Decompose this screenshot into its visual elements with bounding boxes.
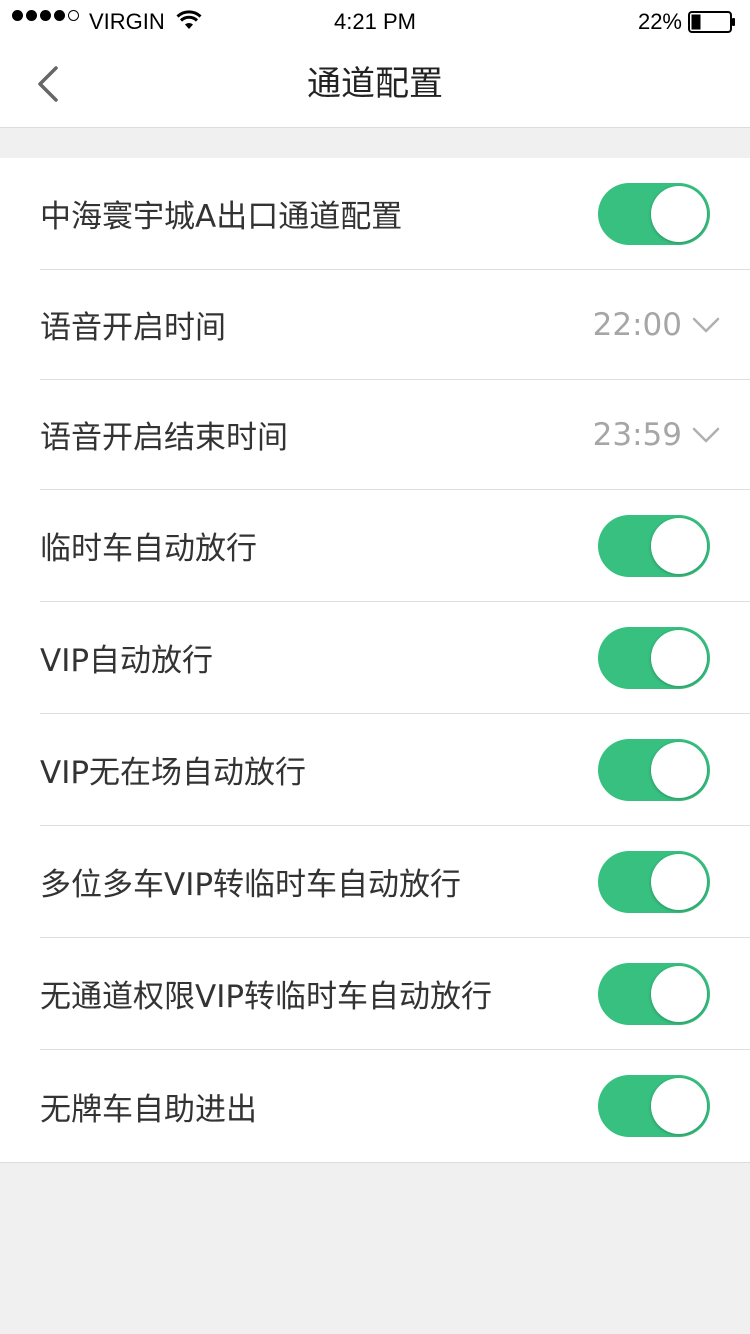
setting-label: VIP无在场自动放行	[40, 755, 307, 791]
setting-row-vip-not-present-auto-release: VIP无在场自动放行	[40, 714, 750, 826]
setting-label: 语音开启时间	[40, 310, 226, 346]
unplated-self-service-toggle[interactable]	[598, 1075, 710, 1137]
voice-end-time-picker[interactable]: 23:59	[593, 417, 720, 453]
multi-spot-vip-to-temp-toggle[interactable]	[598, 850, 710, 913]
vip-auto-release-toggle[interactable]	[598, 626, 710, 689]
setting-row-voice-end-time[interactable]: 语音开启结束时间 23:59	[40, 380, 750, 490]
vip-not-present-auto-release-toggle[interactable]	[598, 738, 710, 801]
setting-row-no-permission-vip-to-temp: 无通道权限VIP转临时车自动放行	[40, 938, 750, 1050]
chevron-down-icon	[692, 317, 720, 332]
time-value: 22:00	[592, 306, 682, 343]
setting-label: 无牌车自助进出	[40, 1091, 257, 1128]
setting-row-vip-auto-release: VIP自动放行	[40, 602, 750, 714]
battery-icon	[688, 11, 735, 33]
setting-row-temp-car-auto-release: 临时车自动放行	[40, 490, 750, 602]
setting-label: 临时车自动放行	[40, 531, 257, 567]
setting-label: 语音开启结束时间	[40, 420, 288, 456]
no-permission-vip-to-temp-toggle[interactable]	[598, 962, 710, 1025]
temp-car-auto-release-toggle[interactable]	[598, 514, 710, 577]
setting-label: 中海寰宇城A出口通道配置	[40, 199, 403, 235]
setting-row-channel-config: 中海寰宇城A出口通道配置	[40, 158, 750, 270]
page-title: 通道配置	[307, 64, 443, 104]
settings-list: 中海寰宇城A出口通道配置 语音开启时间 22:00 语音开启结束时间 23:59…	[0, 158, 750, 1163]
setting-label: VIP自动放行	[40, 643, 214, 679]
chevron-down-icon	[692, 427, 720, 442]
setting-row-multi-spot-vip-to-temp: 多位多车VIP转临时车自动放行	[40, 826, 750, 938]
setting-row-voice-start-time[interactable]: 语音开启时间 22:00	[40, 270, 750, 380]
setting-label: 多位多车VIP转临时车自动放行	[40, 867, 462, 903]
navigation-bar: 通道配置	[0, 40, 750, 128]
channel-config-toggle[interactable]	[598, 182, 710, 245]
setting-row-unplated-self-service: 无牌车自助进出	[40, 1050, 750, 1162]
time-value: 23:59	[592, 416, 682, 453]
voice-start-time-picker[interactable]: 22:00	[593, 307, 720, 343]
setting-label: 无通道权限VIP转临时车自动放行	[40, 979, 493, 1015]
battery-percent: 22%	[637, 9, 682, 34]
status-bar: VIRGIN 4:21 PM 22%	[0, 0, 750, 40]
